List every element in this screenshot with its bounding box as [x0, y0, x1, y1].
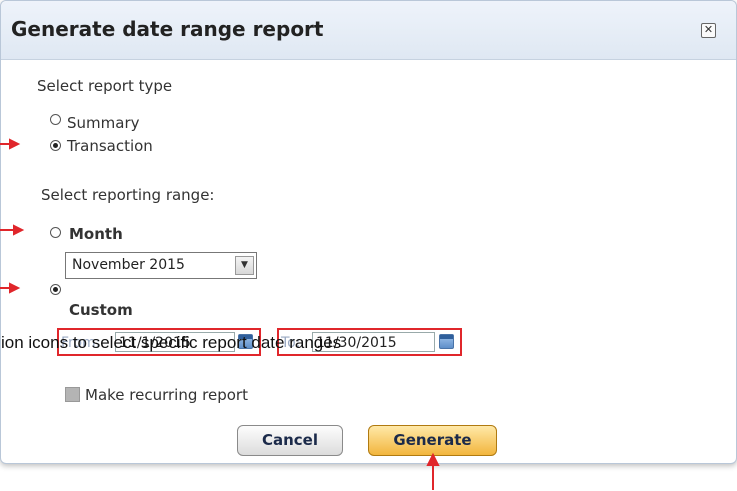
arrow-transaction-head-icon — [9, 138, 21, 150]
arrow-month-head-icon — [13, 224, 25, 236]
arrow-custom-head-icon — [9, 282, 21, 294]
arrow-generate-head-icon — [426, 452, 440, 466]
annotation-arrows — [0, 138, 440, 490]
